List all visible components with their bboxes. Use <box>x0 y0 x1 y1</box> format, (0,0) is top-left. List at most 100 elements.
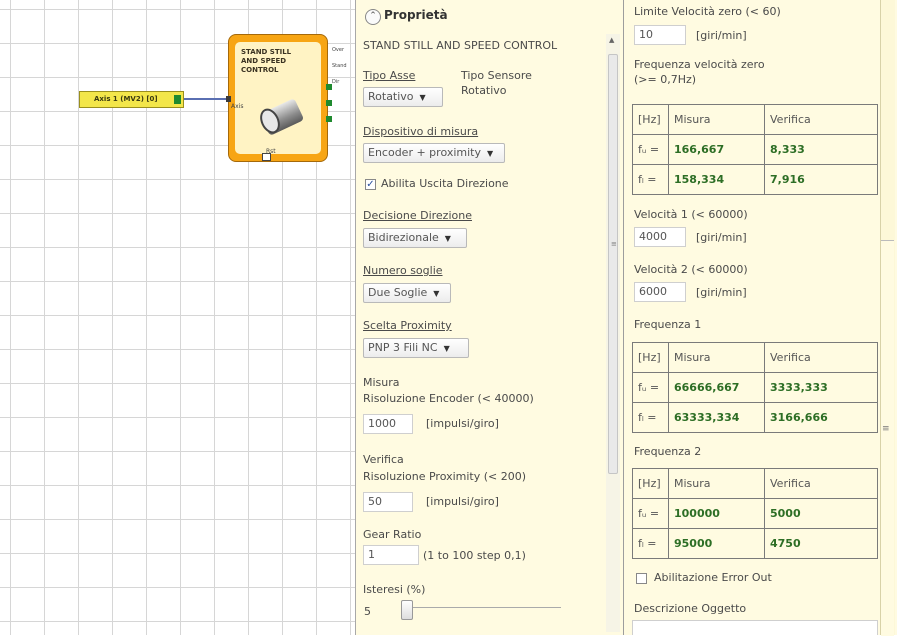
scroll-grip-icon: ≡ <box>611 240 617 248</box>
velocita-1-label: Velocità 1 (< 60000) <box>634 208 748 221</box>
axis-input-block[interactable]: Axis 1 (MV2) [0] <box>79 91 184 108</box>
table-header-row: [Hz] Misura Verifica <box>632 104 878 135</box>
right-panel-scrollbar[interactable] <box>880 0 895 636</box>
table-cell: fᵤ = <box>632 134 669 165</box>
right-panel-scrollbar-thumb[interactable] <box>881 240 894 636</box>
table-cell: 158,334 <box>668 164 765 195</box>
table-cell: 4750 <box>764 528 878 559</box>
table-header-cell: Misura <box>668 468 765 499</box>
velocita-2-unit: [giri/min] <box>696 286 747 299</box>
frequenza-2-label: Frequenza 2 <box>634 445 702 458</box>
gear-ratio-input[interactable]: 1 <box>363 545 419 565</box>
tipo-sensore-label: Tipo Sensore <box>461 69 532 82</box>
axis-output-port[interactable] <box>174 95 181 104</box>
numero-soglie-select[interactable]: Due Soglie ▼ <box>363 283 451 303</box>
table-header-cell: Verifica <box>764 342 878 373</box>
isteresi-slider-track[interactable] <box>401 607 561 608</box>
isteresi-slider-thumb[interactable] <box>401 600 413 620</box>
table-row: fᵤ = 100000 5000 <box>632 498 878 529</box>
risoluzione-encoder-unit: [impulsi/giro] <box>426 417 499 430</box>
scelta-proximity-select[interactable]: PNP 3 Fili NC ▼ <box>363 338 469 358</box>
stand-output-label: Stand <box>332 63 347 69</box>
isteresi-label: Isteresi (%) <box>363 583 426 596</box>
table-row: fₗ = 95000 4750 <box>632 528 878 559</box>
frequenza-1-table: [Hz] Misura Verifica fᵤ = 66666,667 3333… <box>632 342 878 433</box>
table-header-cell: Misura <box>668 104 765 135</box>
isteresi-value: 5 <box>364 605 371 618</box>
risoluzione-encoder-input[interactable]: 1000 <box>363 414 413 434</box>
properties-title: Proprietà <box>384 8 448 22</box>
frequenza-1-label: Frequenza 1 <box>634 318 702 331</box>
velocita-1-unit: [giri/min] <box>696 231 747 244</box>
frequenza-velocita-zero-range: (>= 0,7Hz) <box>634 73 697 86</box>
table-cell: fₗ = <box>632 528 669 559</box>
gear-ratio-label: Gear Ratio <box>363 528 422 541</box>
velocita-2-input[interactable]: 6000 <box>634 282 686 302</box>
velocita-2-label: Velocità 2 (< 60000) <box>634 263 748 276</box>
risoluzione-proximity-input[interactable]: 50 <box>363 492 413 512</box>
descrizione-oggetto-label: Descrizione Oggetto <box>634 602 747 615</box>
table-cell: fₗ = <box>632 402 669 433</box>
decisione-direzione-label: Decisione Direzione <box>363 209 472 222</box>
frequenza-2-table: [Hz] Misura Verifica fᵤ = 100000 5000 fₗ… <box>632 468 878 559</box>
component-name: STAND STILL AND SPEED CONTROL <box>363 39 558 52</box>
table-row: fᵤ = 66666,667 3333,333 <box>632 372 878 403</box>
risoluzione-encoder-label: Risoluzione Encoder (< 40000) <box>363 392 534 405</box>
decisione-direzione-select[interactable]: Bidirezionale ▼ <box>363 228 467 248</box>
table-cell: 66666,667 <box>668 372 765 403</box>
limite-velocita-zero-unit: [giri/min] <box>696 29 747 42</box>
limite-velocita-zero-input[interactable]: 10 <box>634 25 686 45</box>
dispositivo-misura-select[interactable]: Encoder + proximity ▼ <box>363 143 505 163</box>
risoluzione-proximity-unit: [impulsi/giro] <box>426 495 499 508</box>
abilita-uscita-direzione-checkbox[interactable]: ✓ <box>365 179 376 190</box>
over-output-label: Over <box>332 47 345 53</box>
speed-settings-panel: Limite Velocità zero (< 60) 10 [giri/min… <box>623 0 897 636</box>
table-cell: 3166,666 <box>764 402 878 433</box>
dir-output-label: Dir <box>332 79 340 85</box>
axis-input-label: Axis <box>231 103 244 110</box>
abilitazione-error-out-label: Abilitazione Error Out <box>654 571 772 584</box>
gear-ratio-hint: (1 to 100 step 0,1) <box>423 549 526 562</box>
properties-scrollbar[interactable]: ▲ ≡ <box>606 34 620 632</box>
table-cell: fᵤ = <box>632 372 669 403</box>
abilitazione-error-out-checkbox[interactable] <box>636 573 647 584</box>
table-row: fᵤ = 166,667 8,333 <box>632 134 878 165</box>
limite-velocita-zero-label: Limite Velocità zero (< 60) <box>634 5 781 18</box>
table-cell: fₗ = <box>632 164 669 195</box>
numero-soglie-label: Numero soglie <box>363 264 443 277</box>
properties-panel: ⌃ Proprietà STAND STILL AND SPEED CONTRO… <box>355 0 623 635</box>
table-cell: 100000 <box>668 498 765 529</box>
dispositivo-misura-label: Dispositivo di misura <box>363 125 479 138</box>
scroll-up-icon[interactable]: ▲ <box>609 36 614 44</box>
table-cell: 7,916 <box>764 164 878 195</box>
table-cell: 3333,333 <box>764 372 878 403</box>
table-header-cell: [Hz] <box>632 468 669 499</box>
table-header-cell: Misura <box>668 342 765 373</box>
verifica-section-label: Verifica <box>363 453 404 466</box>
stand-still-speed-control-block[interactable]: STAND STILL AND SPEED CONTROL Axis <box>226 34 332 162</box>
logic-canvas[interactable]: Axis 1 (MV2) [0] STAND STILL AND SPEED C… <box>0 0 355 635</box>
properties-scrollbar-thumb[interactable] <box>608 54 618 474</box>
abilita-uscita-direzione-label: Abilita Uscita Direzione <box>381 177 509 190</box>
frequenza-velocita-zero-label: Frequenza velocità zero <box>634 58 765 71</box>
table-header-row: [Hz] Misura Verifica <box>632 468 878 499</box>
misura-section-label: Misura <box>363 376 400 389</box>
table-cell: 63333,334 <box>668 402 765 433</box>
table-header-cell: Verifica <box>764 468 878 499</box>
collapse-up-icon[interactable]: ⌃ <box>365 9 381 25</box>
table-row: fₗ = 158,334 7,916 <box>632 164 878 195</box>
table-header-cell: [Hz] <box>632 104 669 135</box>
axis-input-port[interactable] <box>226 96 231 102</box>
stand-output-port[interactable] <box>326 100 332 106</box>
tipo-asse-select[interactable]: Rotativo ▼ <box>363 87 443 107</box>
axis-block-label: Axis 1 (MV2) [0] <box>94 95 158 103</box>
dir-output-port[interactable] <box>326 116 332 122</box>
table-cell: 166,667 <box>668 134 765 165</box>
tipo-asse-label: Tipo Asse <box>363 69 416 82</box>
velocita-1-input[interactable]: 4000 <box>634 227 686 247</box>
reset-label: Rst <box>266 148 276 155</box>
table-row: fₗ = 63333,334 3166,666 <box>632 402 878 433</box>
table-cell: 5000 <box>764 498 878 529</box>
function-block-title: STAND STILL AND SPEED CONTROL <box>241 48 292 74</box>
descrizione-oggetto-input[interactable] <box>632 620 878 635</box>
